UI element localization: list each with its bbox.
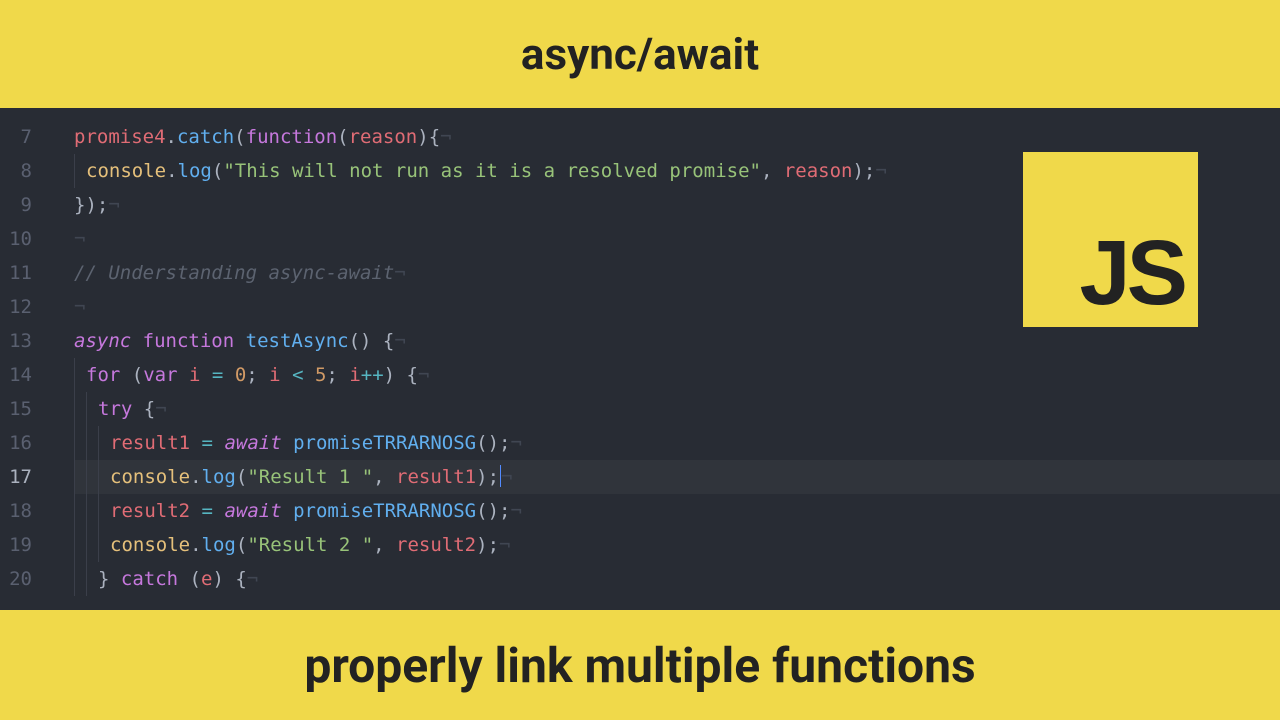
line-number: 18: [0, 494, 50, 528]
top-title: async/await: [521, 28, 759, 80]
line-number: 14: [0, 358, 50, 392]
line-number: 11: [0, 256, 50, 290]
line-number: 12: [0, 290, 50, 324]
line-number: 20: [0, 562, 50, 596]
line-number: 15: [0, 392, 50, 426]
line-number: 19: [0, 528, 50, 562]
bottom-title: properly link multiple functions: [304, 637, 975, 694]
line-number: 10: [0, 222, 50, 256]
code-line[interactable]: result2 = await promiseTRRARNOSG();¬: [74, 494, 1280, 528]
line-number: 13: [0, 324, 50, 358]
code-line[interactable]: async function testAsync() {¬: [74, 324, 1280, 358]
code-line[interactable]: } catch (e) {¬: [74, 562, 1280, 596]
page: async/await 7891011121314151617181920 pr…: [0, 0, 1280, 720]
js-logo: JS: [1023, 152, 1198, 327]
line-number: 9: [0, 188, 50, 222]
code-line[interactable]: try {¬: [74, 392, 1280, 426]
js-logo-text: JS: [1079, 227, 1184, 319]
line-number: 8: [0, 154, 50, 188]
code-line[interactable]: result1 = await promiseTRRARNOSG();¬: [74, 426, 1280, 460]
code-line[interactable]: console.log("Result 1 ", result1);¬: [74, 460, 1280, 494]
code-line[interactable]: for (var i = 0; i < 5; i++) {¬: [74, 358, 1280, 392]
bottom-banner: properly link multiple functions: [0, 610, 1280, 720]
line-number-gutter: 7891011121314151617181920: [0, 108, 50, 610]
line-number: 7: [0, 120, 50, 154]
code-line[interactable]: promise4.catch(function(reason){¬: [74, 120, 1280, 154]
code-line[interactable]: console.log("Result 2 ", result2);¬: [74, 528, 1280, 562]
top-banner: async/await: [0, 0, 1280, 108]
line-number: 16: [0, 426, 50, 460]
line-number: 17: [0, 460, 50, 494]
